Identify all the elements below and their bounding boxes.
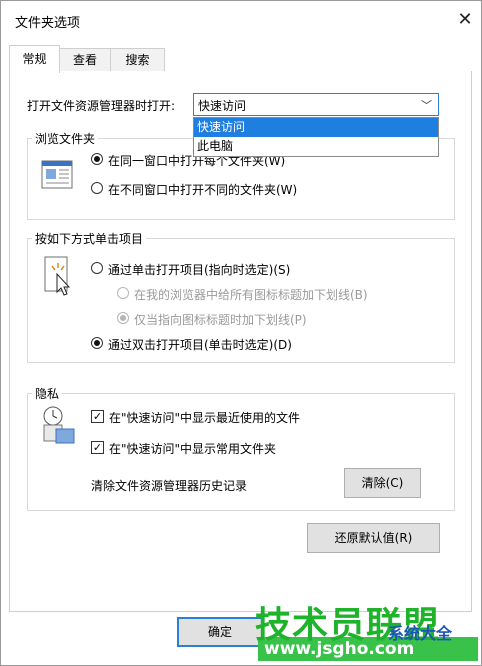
radio-underline-hover[interactable] <box>117 312 129 324</box>
pointer-click-icon <box>44 256 71 296</box>
watermark-side-text: 系统大全 <box>388 624 453 643</box>
dropdown-option-this-pc[interactable]: 此电脑 <box>194 137 438 156</box>
ok-button[interactable]: 确定 <box>177 617 263 647</box>
recent-files-label: 在"快速访问"中显示最近使用的文件 <box>109 411 301 425</box>
close-icon[interactable]: ✕ <box>453 9 477 31</box>
underline-hover-label: 仅当指向图标标题时加下划线(P) <box>134 313 307 327</box>
tab-search[interactable]: 搜索 <box>110 48 165 72</box>
privacy-history-icon <box>43 406 75 444</box>
radio-different-window[interactable] <box>91 182 103 194</box>
tab-general[interactable]: 常规 <box>9 45 60 73</box>
open-explorer-selected-value: 快速访问 <box>198 99 247 113</box>
double-click-label: 通过双击打开项目(单击时选定)(D) <box>108 338 292 352</box>
different-window-label: 在不同窗口中打开不同的文件夹(W) <box>108 183 298 197</box>
underline-all-label: 在我的浏览器中给所有图标标题加下划线(B) <box>134 288 368 302</box>
clear-button[interactable]: 清除(C) <box>344 468 421 498</box>
title-bar: 文件夹选项 ✕ <box>1 1 481 39</box>
clear-history-label: 清除文件资源管理器历史记录 <box>91 479 248 493</box>
dropdown-option-quick-access[interactable]: 快速访问 <box>194 118 438 137</box>
chevron-down-icon: ﹀ <box>421 99 432 112</box>
open-explorer-dropdown-list: 快速访问 此电脑 <box>193 117 439 157</box>
radio-double-click[interactable] <box>91 337 103 349</box>
open-explorer-label: 打开文件资源管理器时打开: <box>27 99 176 113</box>
browse-folders-title: 浏览文件夹 <box>32 130 99 147</box>
checkbox-recent-files[interactable]: ✓ <box>91 410 104 423</box>
privacy-title: 隐私 <box>32 385 63 402</box>
open-explorer-select[interactable]: 快速访问 ﹀ <box>193 93 439 116</box>
tab-view[interactable]: 查看 <box>59 48 111 72</box>
click-items-title: 按如下方式单击项目 <box>32 230 147 247</box>
radio-single-click[interactable] <box>91 262 103 274</box>
frequent-folders-label: 在"快速访问"中显示常用文件夹 <box>109 442 277 456</box>
window-title: 文件夹选项 <box>15 16 81 31</box>
radio-same-window[interactable] <box>91 153 103 165</box>
single-click-label: 通过单击打开项目(指向时选定)(S) <box>108 263 291 277</box>
checkbox-frequent-folders[interactable]: ✓ <box>91 441 104 454</box>
window-browse-icon <box>41 160 73 189</box>
restore-defaults-button[interactable]: 还原默认值(R) <box>307 523 440 553</box>
radio-underline-all[interactable] <box>117 287 129 299</box>
